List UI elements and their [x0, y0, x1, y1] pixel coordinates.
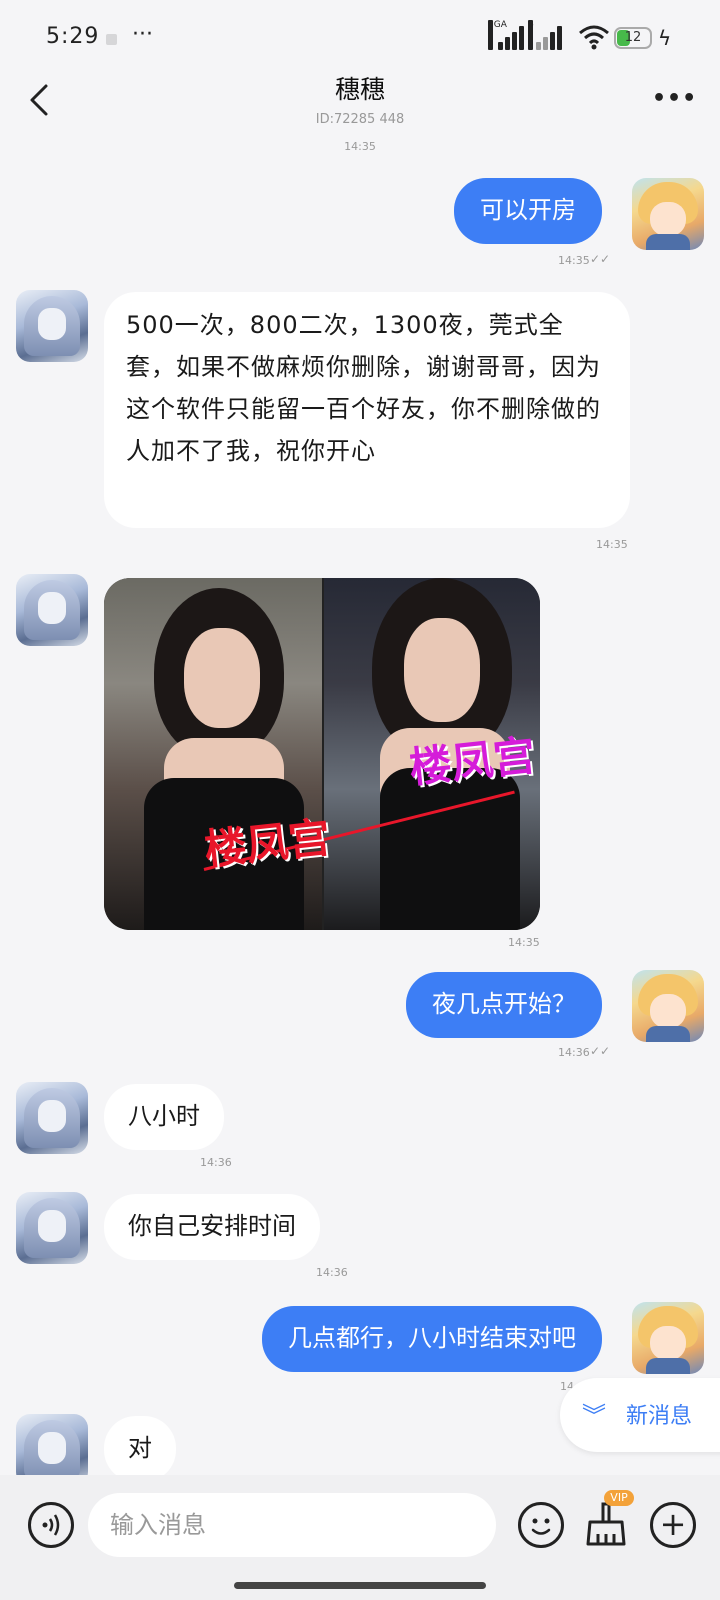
message-time: 14:35	[558, 254, 590, 267]
message-time: 14:36	[316, 1266, 348, 1279]
avatar-self[interactable]	[632, 970, 704, 1042]
emoji-icon[interactable]	[518, 1502, 564, 1548]
signal-icon-secondary: 6	[528, 20, 562, 50]
new-messages-label: 新消息	[626, 1404, 693, 1429]
message-bubble-received[interactable]: 500一次，800二次，1300夜，莞式全套，如果不做麻烦你删除，谢谢哥哥，因为…	[104, 292, 630, 528]
message-bubble-received[interactable]: 八小时	[104, 1084, 224, 1150]
message-time: 14:36	[200, 1156, 232, 1169]
chat-user-id: ID:72285 448	[315, 112, 405, 127]
read-receipt-icon: ✓✓	[590, 252, 611, 266]
home-indicator[interactable]	[234, 1582, 486, 1589]
more-options-icon[interactable]: •••	[652, 86, 697, 111]
read-receipt-icon: ✓✓	[590, 1044, 611, 1058]
photo-left	[104, 578, 322, 930]
avatar-contact[interactable]	[16, 1192, 88, 1264]
status-time: 5:29	[46, 24, 100, 49]
image-message[interactable]: 楼凤宫 楼凤宫	[104, 578, 540, 930]
vip-badge: VIP	[604, 1490, 634, 1506]
charging-icon: ϟ	[658, 26, 672, 50]
message-time: 14:35	[596, 538, 628, 551]
timestamp-divider: 14:35	[344, 140, 376, 153]
message-bubble-sent[interactable]: 几点都行，八小时结束对吧	[262, 1306, 602, 1372]
wifi-icon	[579, 25, 609, 50]
avatar-self[interactable]	[632, 178, 704, 250]
signal-icon-5ga: 5GA	[488, 20, 524, 50]
back-icon[interactable]	[22, 80, 62, 120]
avatar-self[interactable]	[632, 1302, 704, 1374]
voice-input-icon[interactable]	[28, 1502, 74, 1548]
battery-icon: 12	[614, 27, 652, 49]
avatar-contact[interactable]	[16, 574, 88, 646]
battery-level: 12	[624, 30, 642, 45]
message-time: 14:35	[508, 936, 540, 949]
message-input[interactable]	[88, 1493, 496, 1557]
message-bubble-received[interactable]: 你自己安排时间	[104, 1194, 320, 1260]
status-more: ···	[132, 22, 153, 47]
message-bubble-sent[interactable]: 可以开房	[454, 178, 602, 244]
message-time: 14:36	[558, 1046, 590, 1059]
network-label-2: 6	[528, 20, 534, 50]
message-bubble-sent[interactable]: 夜几点开始？	[406, 972, 602, 1038]
chat-title: 穗穗	[334, 75, 385, 104]
avatar-contact[interactable]	[16, 1082, 88, 1154]
status-bar: 5:29 ··· 5GA 6 12 ϟ	[0, 0, 720, 70]
add-more-icon[interactable]: +	[650, 1502, 696, 1548]
notification-icon	[106, 34, 117, 45]
network-label: 5GA	[488, 20, 507, 50]
new-messages-button[interactable]: ︾ 新消息	[560, 1378, 720, 1452]
avatar-contact[interactable]	[16, 290, 88, 362]
double-chevron-down-icon: ︾	[582, 1402, 606, 1430]
message-bubble-received[interactable]: 对	[104, 1416, 176, 1482]
